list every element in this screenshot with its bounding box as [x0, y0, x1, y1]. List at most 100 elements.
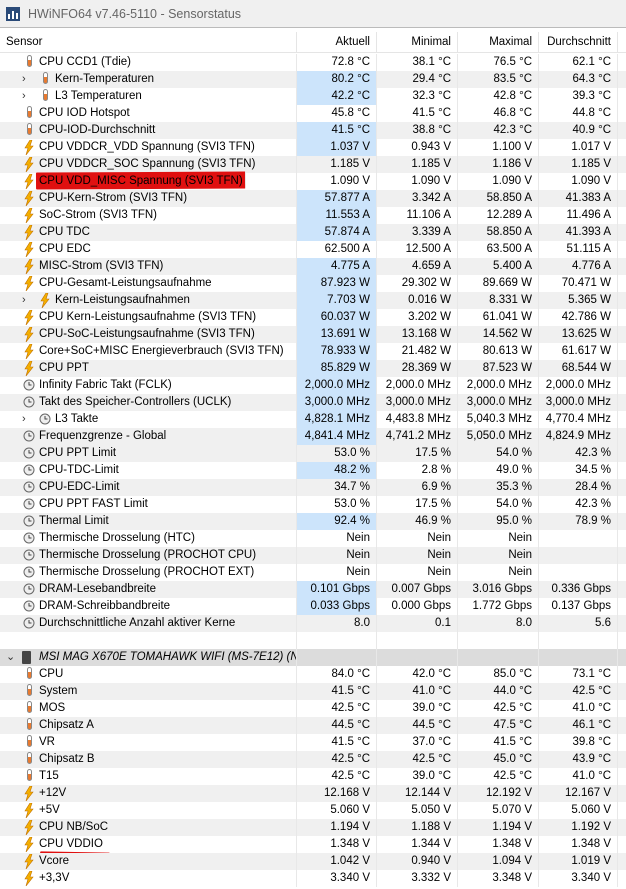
chevron-right-icon[interactable]: › [22, 292, 26, 309]
column-header: Sensor Aktuell Minimal Maximal Durchschn… [0, 32, 626, 53]
table-row[interactable]: CPU VDDCR_SOC Spannung (SVI3 TFN) 1.185 V… [0, 156, 626, 190]
table-row[interactable]: Thermische Drosselung (PROCHOT CPU) Nein N… [0, 547, 626, 564]
table-row[interactable]: CPU IOD Hotspot 45.8 °C 41.5 °C 46.8 °C 44.8… [0, 105, 626, 122]
clock-icon [23, 497, 35, 512]
table-row[interactable]: › L3 Temperaturen 42.2 °C 32.3 °C 42.8 °C 39.… [0, 88, 626, 105]
sensor-name-cell: Vcore [0, 853, 297, 870]
value-durchschnitt: 1.017 V [539, 139, 618, 156]
table-row[interactable]: CPU PPT 85.829 W 28.369 W 87.523 W 68.544 W [0, 360, 626, 377]
sensor-name-cell: Durchschnittliche Anzahl aktiver Kerne [0, 615, 297, 632]
thermometer-icon [40, 89, 50, 104]
table-row[interactable]: › L3 Takte 4,828.1 MHz 4,483.8 MHz 5,040.3 M… [0, 411, 626, 428]
table-row[interactable]: CPU VDDIO 1.348 V 1.344 V 1.348 V 1.348 V [0, 836, 626, 870]
value-aktuell: 7.703 W [297, 292, 377, 309]
table-row[interactable]: Chipsatz A 44.5 °C 44.5 °C 47.5 °C 46.1 °C [0, 717, 626, 734]
table-row[interactable]: VR 41.5 °C 37.0 °C 41.5 °C 39.8 °C [0, 734, 626, 751]
table-row[interactable]: CPU Kern-Leistungsaufnahme (SVI3 TFN) 60.… [0, 309, 626, 326]
value-durchschnitt: 1.348 V [539, 836, 618, 853]
value-durchschnitt: 42.3 % [539, 445, 618, 462]
value-maximal: 1.348 V [458, 836, 539, 853]
table-row[interactable]: +12V 12.168 V 12.144 V 12.192 V 12.167 V [0, 785, 626, 802]
table-row[interactable]: +3,3V 3.340 V 3.332 V 3.348 V 3.340 V [0, 870, 626, 887]
table-row[interactable]: +5V 5.060 V 5.050 V 5.070 V 5.060 V [0, 802, 626, 819]
table-row[interactable]: CPU-IOD-Durchschnitt 41.5 °C 38.8 °C 42.3 °… [0, 122, 626, 139]
table-row[interactable]: CPU-Gesamt-Leistungsaufnahme 87.923 W 29.3… [0, 275, 626, 292]
table-row[interactable]: Thermische Drosselung (HTC) Nein Nein Nein [0, 530, 626, 547]
value-minimal: 2.8 % [377, 462, 458, 479]
lightning-icon [24, 309, 34, 326]
table-row[interactable]: CPU-EDC-Limit 34.7 % 6.9 % 35.3 % 28.4 % [0, 479, 626, 496]
table-row[interactable]: CPU CCD1 (Tdie) 72.8 °C 38.1 °C 76.5 °C 62.1… [0, 54, 626, 71]
column-header-aktuell[interactable]: Aktuell [297, 32, 377, 53]
table-row[interactable]: DRAM-Schreibbandbreite 0.033 Gbps 0.000 Gb… [0, 598, 626, 615]
value-durchschnitt: 42.786 W [539, 309, 618, 326]
value-minimal: 29.4 °C [377, 71, 458, 88]
table-row[interactable]: Takt des Speicher-Controllers (UCLK) 3,00… [0, 394, 626, 411]
value-maximal [458, 632, 539, 649]
table-row[interactable]: Thermische Drosselung (PROCHOT EXT) Nein N… [0, 564, 626, 581]
value-aktuell: 53.0 % [297, 496, 377, 513]
table-row[interactable]: CPU PPT Limit 53.0 % 17.5 % 54.0 % 42.3 % [0, 445, 626, 462]
table-row[interactable]: Frequenzgrenze - Global 4,841.4 MHz 4,741.… [0, 428, 626, 445]
column-header-minimal[interactable]: Minimal [377, 32, 458, 53]
column-header-sensor[interactable]: Sensor [0, 32, 297, 53]
table-row[interactable]: CPU VDDCR_VDD Spannung (SVI3 TFN) 1.037 V… [0, 139, 626, 156]
sensor-name-cell: CPU CCD1 (Tdie) [0, 54, 297, 71]
table-row[interactable]: T15 42.5 °C 39.0 °C 42.5 °C 41.0 °C [0, 768, 626, 785]
value-aktuell: Nein [297, 564, 377, 581]
value-minimal: 12.144 V [377, 785, 458, 802]
table-row[interactable]: CPU TDC 57.874 A 3.339 A 58.850 A 41.393 A [0, 224, 626, 241]
column-header-durchschnitt[interactable]: Durchschnitt [539, 32, 618, 53]
table-row[interactable]: MOS 42.5 °C 39.0 °C 42.5 °C 41.0 °C [0, 700, 626, 717]
sensor-name-cell: Thermische Drosselung (PROCHOT CPU) [0, 547, 297, 564]
sensor-name-cell: DRAM-Schreibbandbreite [0, 598, 297, 615]
value-aktuell: 2,000.0 MHz [297, 377, 377, 394]
value-maximal: 35.3 % [458, 479, 539, 496]
sensor-group-header[interactable]: ⌄ MSI MAG X670E TOMAHAWK WIFI (MS-7E12) (… [0, 649, 626, 666]
chevron-right-icon[interactable]: › [22, 88, 26, 105]
sensor-name-cell: CPU Kern-Leistungsaufnahme (SVI3 TFN) [0, 309, 297, 326]
chevron-down-icon[interactable]: ⌄ [6, 649, 15, 666]
sensor-label: Frequenzgrenze - Global [39, 430, 167, 442]
value-durchschnitt: 1.090 V [539, 173, 618, 190]
value-minimal: 28.369 W [377, 360, 458, 377]
table-row[interactable]: DRAM-Lesebandbreite 0.101 Gbps 0.007 Gbps 3… [0, 581, 626, 598]
table-row[interactable]: Thermal Limit 92.4 % 46.9 % 95.0 % 78.9 % [0, 513, 626, 530]
sensor-table: CPU CCD1 (Tdie) 72.8 °C 38.1 °C 76.5 °C 62.1… [0, 54, 626, 887]
column-header-maximal[interactable]: Maximal [458, 32, 539, 53]
table-row[interactable]: CPU-TDC-Limit 48.2 % 2.8 % 49.0 % 34.5 % [0, 462, 626, 479]
sensor-name-cell: +5V [0, 802, 297, 819]
table-row[interactable]: CPU 84.0 °C 42.0 °C 85.0 °C 73.1 °C [0, 666, 626, 683]
sensor-name-cell: Frequenzgrenze - Global [0, 428, 297, 445]
value-maximal: 8.0 [458, 615, 539, 632]
table-row[interactable]: CPU VDD_MISC Spannung (SVI3 TFN) 1.090 V1… [0, 173, 626, 190]
table-row[interactable]: MISC-Strom (SVI3 TFN) 4.775 A 4.659 A 5.400… [0, 258, 626, 275]
table-row[interactable]: CPU PPT FAST Limit 53.0 % 17.5 % 54.0 % 42.3… [0, 496, 626, 513]
table-row[interactable]: CPU-Kern-Strom (SVI3 TFN) 57.877 A 3.342 A… [0, 190, 626, 207]
value-minimal: 11.106 A [377, 207, 458, 224]
table-row[interactable]: CPU EDC 62.500 A 12.500 A 63.500 A 51.115 A [0, 241, 626, 258]
value-maximal: 5,040.3 MHz [458, 411, 539, 428]
clock-icon [23, 480, 35, 495]
table-row[interactable]: Infinity Fabric Takt (FCLK) 2,000.0 MHz 2,… [0, 377, 626, 394]
value-maximal: 1.194 V [458, 819, 539, 836]
sensor-name-cell: CPU IOD Hotspot [0, 105, 297, 122]
table-row[interactable]: SoC-Strom (SVI3 TFN) 11.553 A 11.106 A 12.2… [0, 207, 626, 224]
table-row[interactable]: CPU-SoC-Leistungsaufnahme (SVI3 TFN) 13.6… [0, 326, 626, 343]
table-row[interactable]: System 41.5 °C 41.0 °C 44.0 °C 42.5 °C [0, 683, 626, 700]
table-row[interactable]: Durchschnittliche Anzahl aktiver Kerne 8.… [0, 615, 626, 632]
table-row[interactable]: Vcore 1.042 V 0.940 V 1.094 V 1.019 V [0, 853, 626, 870]
table-row[interactable]: Chipsatz B 42.5 °C 42.5 °C 45.0 °C 43.9 °C [0, 751, 626, 768]
lightning-icon [24, 190, 34, 207]
value-durchschnitt: 5.365 W [539, 292, 618, 309]
chevron-right-icon[interactable]: › [22, 411, 26, 428]
chevron-right-icon[interactable]: › [22, 71, 26, 88]
table-row[interactable]: CPU NB/SoC 1.194 V 1.188 V 1.194 V 1.192 V [0, 819, 626, 836]
sensor-label: Core+SoC+MISC Energieverbrauch (SVI3 TFN… [39, 345, 284, 357]
table-row[interactable]: Core+SoC+MISC Energieverbrauch (SVI3 TFN… [0, 343, 626, 360]
lightning-icon [24, 207, 34, 224]
value-aktuell: 0.033 Gbps [297, 598, 377, 615]
value-maximal: 47.5 °C [458, 717, 539, 734]
table-row[interactable]: › Kern-Temperaturen 80.2 °C 29.4 °C 83.5 °C 6… [0, 71, 626, 88]
table-row[interactable]: › Kern-Leistungsaufnahmen 7.703 W 0.016 W 8.… [0, 292, 626, 309]
